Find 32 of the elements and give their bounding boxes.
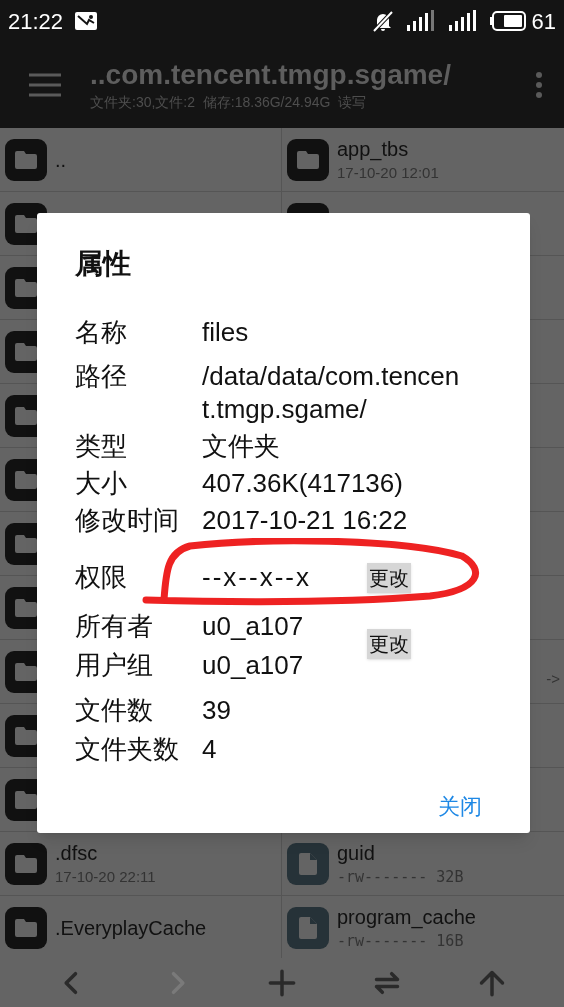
status-time: 21:22 [8,7,64,36]
dialog-title: 属性 [75,247,132,281]
file-meta: -> [546,668,560,689]
permission-value: --x--x--x [202,561,312,594]
property-value: /data/data/com.tencent.tmgp.sgame/ [202,360,460,426]
property-label: 用户组 [75,649,154,682]
file-name: .dfsc [55,840,99,866]
folder-path-title: ..com.tencent.tmgp.sgame/ [90,58,452,92]
property-label: 权限 [75,561,128,594]
property-value: 文件夹 [202,430,281,463]
property-label: 名称 [75,316,128,349]
file-name: guid [337,840,376,866]
property-label: 所有者 [75,610,154,643]
property-label: 修改时间 [75,504,180,537]
file-name: app_tbs [337,136,410,162]
property-label: 文件数 [75,694,154,727]
property-label: 路径 [75,360,128,393]
property-value: u0_a107 [202,649,304,682]
property-value: u0_a107 [202,610,304,643]
property-value: files [202,316,250,349]
file-name: program_cache [337,904,477,930]
folder-summary: 文件夹:30,文件:2 储存:18.36G/24.94G 读写 [90,93,368,112]
property-value: 2017-10-21 16:22 [202,504,409,537]
property-label: 类型 [75,430,128,463]
property-value: 39 [202,694,231,727]
file-name: .. [55,147,68,173]
property-label: 文件夹数 [75,733,180,766]
property-value: 4 [202,733,217,766]
property-label: 大小 [75,467,128,500]
property-value: 407.36K(417136) [202,467,404,500]
battery-level: 61 [531,7,556,36]
file-name: .EveryplayCache [55,915,208,941]
